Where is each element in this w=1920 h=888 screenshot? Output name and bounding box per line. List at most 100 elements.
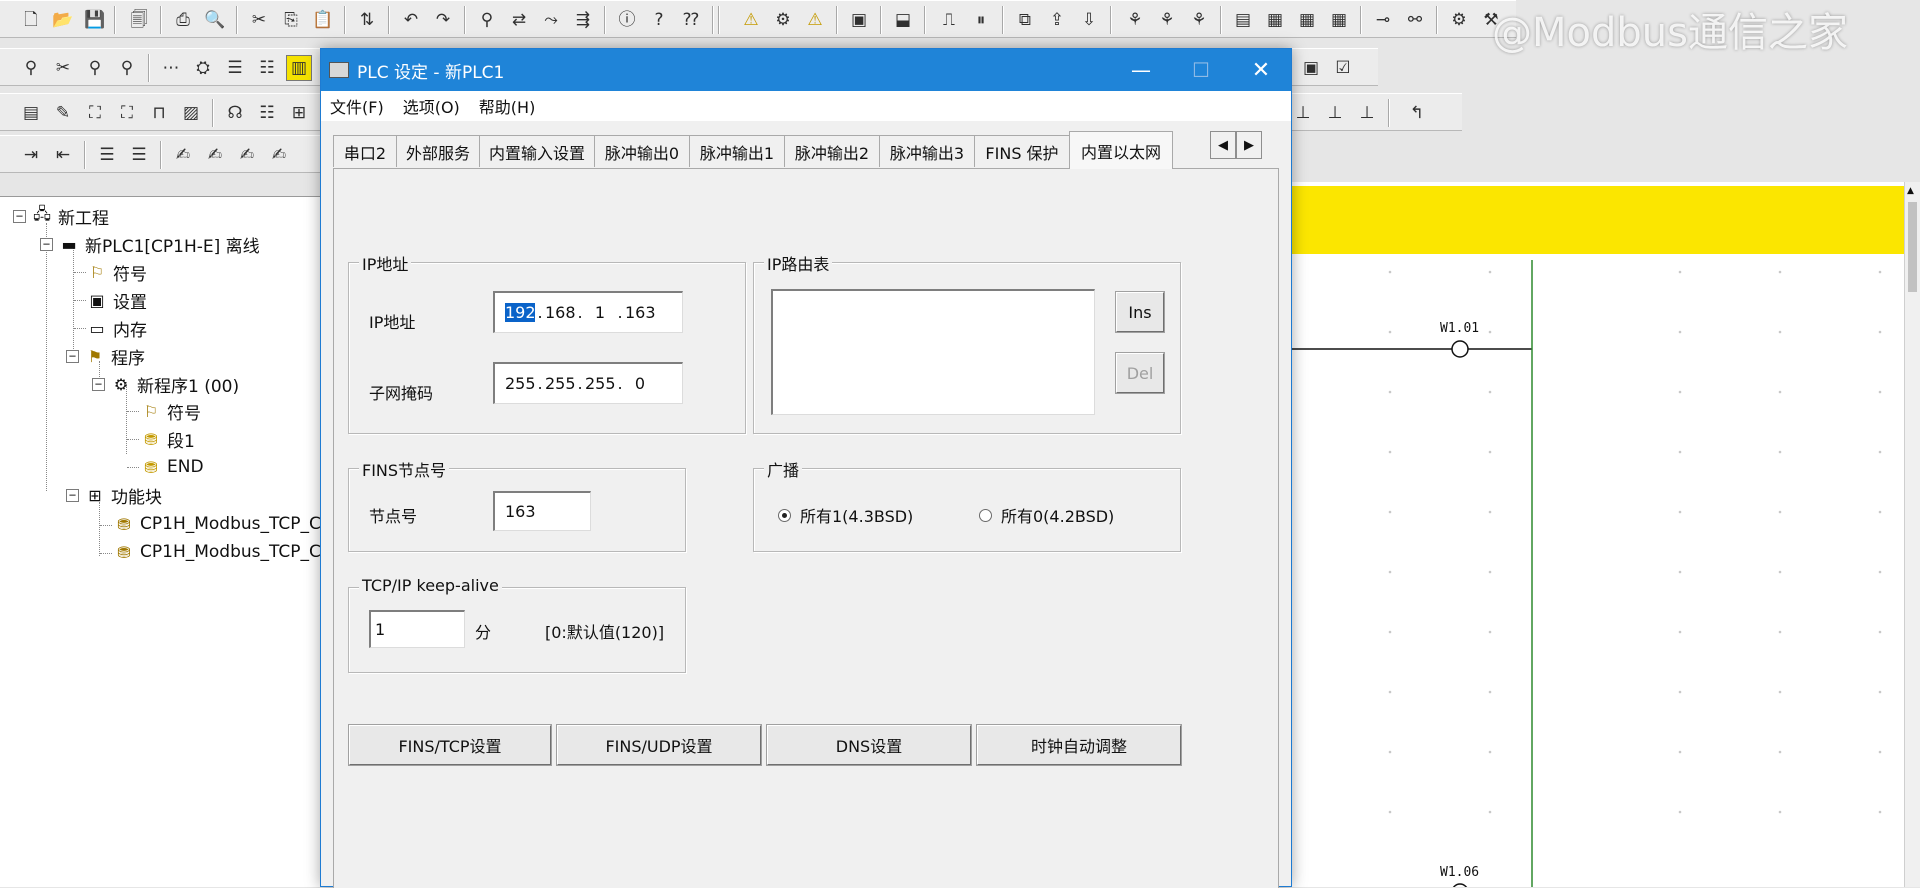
tool-icon-4[interactable]: ✍	[266, 142, 292, 168]
delete-route-button[interactable]: Del	[1115, 352, 1165, 394]
rung-icon-3[interactable]: ⊥	[1354, 100, 1380, 126]
scroll-thumb[interactable]	[1908, 202, 1917, 292]
fins-tcp-settings-button[interactable]: FINS/TCP设置	[348, 724, 552, 766]
tree-item-fb2[interactable]: ⛃ CP1H_Modbus_TCP_C	[113, 539, 321, 565]
zoom-out-icon[interactable]: ⚲	[114, 55, 140, 81]
watch-window-icon[interactable]: ⛶	[114, 100, 140, 126]
tree-item-symbols[interactable]: ⚐ 符号	[86, 259, 147, 285]
tree-item-project[interactable]: − 🖧 新工程	[13, 203, 109, 229]
io-table-icon[interactable]: ⚙	[1446, 7, 1472, 33]
tree-item-programs[interactable]: − ⚑ 程序	[66, 343, 145, 369]
monitor-icon[interactable]: ⚠	[802, 7, 828, 33]
minimize-button[interactable]: —	[1111, 49, 1171, 91]
rung-icon-1[interactable]: ⊥	[1290, 100, 1316, 126]
insert-route-button[interactable]: Ins	[1115, 291, 1165, 333]
transfer-icon[interactable]: ⇅	[354, 7, 380, 33]
mnemonic-icon[interactable]: ☷	[254, 55, 280, 81]
properties-icon[interactable]: 🗐	[126, 7, 152, 33]
table-icon[interactable]: ▤	[1230, 7, 1256, 33]
menu-options[interactable]: 选项(O)	[403, 94, 460, 118]
mask-octet-3[interactable]: 255	[585, 374, 616, 393]
maximize-button[interactable]: ☐	[1171, 49, 1231, 91]
node-number-field[interactable]: 163	[493, 491, 591, 531]
context-help-icon[interactable]: ⁇	[678, 7, 704, 33]
zoom-icon[interactable]: ⚲	[18, 55, 44, 81]
address-window-icon[interactable]: ⊓	[146, 100, 172, 126]
project-window-icon[interactable]: ▤	[18, 100, 44, 126]
menu-file[interactable]: 文件(F)	[330, 94, 384, 118]
run-icon[interactable]: ⎍	[936, 7, 962, 33]
ip-octet-4[interactable]: 163	[625, 303, 656, 322]
tool-icon-3[interactable]: ✍	[234, 142, 260, 168]
pause-icon[interactable]: ⏸	[968, 7, 994, 33]
device-icon[interactable]: ▣	[846, 7, 872, 33]
new-icon[interactable]: 🗋	[18, 7, 44, 33]
tab-fins-protection[interactable]: FINS 保护	[974, 135, 1070, 167]
online-icon[interactable]: ⚠	[738, 7, 764, 33]
tab-pulse-output2[interactable]: 脉冲输出2	[784, 135, 880, 167]
step-icon[interactable]: ⚘	[1122, 7, 1148, 33]
ip-octet-3[interactable]: 1	[585, 303, 615, 322]
dns-settings-button[interactable]: DNS设置	[766, 724, 972, 766]
find-icon[interactable]: ⚲	[474, 7, 500, 33]
cross-reference-icon[interactable]: ⇶	[570, 7, 596, 33]
properties-window-icon[interactable]: ▨	[178, 100, 204, 126]
collapse-icon[interactable]: −	[13, 209, 26, 223]
save-icon[interactable]: 💾	[82, 7, 108, 33]
table-view-icon[interactable]: ▣	[1298, 55, 1324, 81]
ip-octet-1[interactable]: 192	[505, 303, 536, 322]
zoom-in-icon[interactable]: ⚲	[82, 55, 108, 81]
edit-window-icon[interactable]: ✎	[50, 100, 76, 126]
mask-octet-2[interactable]: 255	[545, 374, 576, 393]
clock-auto-adjust-button[interactable]: 时钟自动调整	[976, 724, 1182, 766]
jump-icon[interactable]: ⤳	[538, 7, 564, 33]
tool-icon-1[interactable]: ✍	[170, 142, 196, 168]
menu-help[interactable]: 帮助(H)	[479, 94, 536, 118]
tree-item-function-blocks[interactable]: − ⊞ 功能块	[66, 482, 162, 508]
keepalive-field[interactable]: 1	[369, 610, 465, 648]
extra-icon[interactable]: ⊞	[286, 100, 312, 126]
tree-item-program1[interactable]: − ⚙ 新程序1 (00)	[92, 371, 239, 397]
tab-external-service[interactable]: 外部服务	[396, 135, 480, 167]
print-preview-icon[interactable]: 🔍	[202, 7, 228, 33]
compare-icon[interactable]: ⧉	[1012, 7, 1038, 33]
align-icon[interactable]: ☰	[94, 142, 120, 168]
tab-pulse-output3[interactable]: 脉冲输出3	[879, 135, 975, 167]
tab-serial2[interactable]: 串口2	[333, 135, 397, 167]
dialog-title-bar[interactable]: PLC 设定 - 新PLC1 — ☐ ✕	[321, 49, 1291, 91]
project-tree[interactable]: − 🖧 新工程 − ▬ 新PLC1[CP1H-E] 离线 ⚐ 符号 ▣ 设置 ▭…	[0, 196, 322, 887]
tab-pulse-output0[interactable]: 脉冲输出0	[594, 135, 690, 167]
subnet-mask-field[interactable]: 255 . 255 . 255 . 0	[493, 362, 683, 404]
tab-scroll-left-button[interactable]: ◀	[1210, 131, 1236, 159]
check-icon[interactable]: ☑	[1330, 55, 1356, 81]
mask-octet-4[interactable]: 0	[625, 374, 655, 393]
watch-icon[interactable]: ▦	[1294, 7, 1320, 33]
tool-icon-2[interactable]: ✍	[202, 142, 228, 168]
close-button[interactable]: ✕	[1231, 49, 1291, 91]
tree-item-settings[interactable]: ▣ 设置	[86, 287, 147, 313]
tab-pulse-output1[interactable]: 脉冲输出1	[689, 135, 785, 167]
tab-scroll-right-button[interactable]: ▶	[1236, 131, 1262, 159]
transfer-to-plc-icon[interactable]: ⬓	[890, 7, 916, 33]
replace-icon[interactable]: ⇄	[506, 7, 532, 33]
fins-udp-settings-button[interactable]: FINS/UDP设置	[556, 724, 762, 766]
scroll-up-icon[interactable]: ▲	[1907, 186, 1914, 196]
rung-icon-2[interactable]: ⊥	[1322, 100, 1348, 126]
collapse-icon[interactable]: −	[66, 488, 79, 502]
indent-icon[interactable]: ⇥	[18, 142, 44, 168]
output-window-icon[interactable]: ⛶	[82, 100, 108, 126]
ladder-view-icon[interactable]: ▥	[286, 55, 312, 81]
collapse-icon[interactable]: −	[40, 237, 53, 251]
about-icon[interactable]: ⓘ	[614, 7, 640, 33]
copy-icon[interactable]: ⎘	[278, 7, 304, 33]
ip-octet-2[interactable]: 168	[545, 303, 576, 322]
ip-address-field[interactable]: 192 . 168 . 1 . 163	[493, 291, 683, 333]
tree-item-section1[interactable]: ⛃ 段1	[140, 426, 195, 452]
open-icon[interactable]: 📂	[50, 7, 76, 33]
broadcast-all-zeros-radio[interactable]: 所有0(4.2BSD)	[979, 503, 1114, 527]
comment-icon[interactable]: ⛭	[190, 55, 216, 81]
format-icon[interactable]: ☰	[126, 142, 152, 168]
network-icon[interactable]: ⚯	[1402, 7, 1428, 33]
grid-icon[interactable]: ▦	[1262, 7, 1288, 33]
tree-item-plc[interactable]: − ▬ 新PLC1[CP1H-E] 离线	[40, 231, 260, 257]
